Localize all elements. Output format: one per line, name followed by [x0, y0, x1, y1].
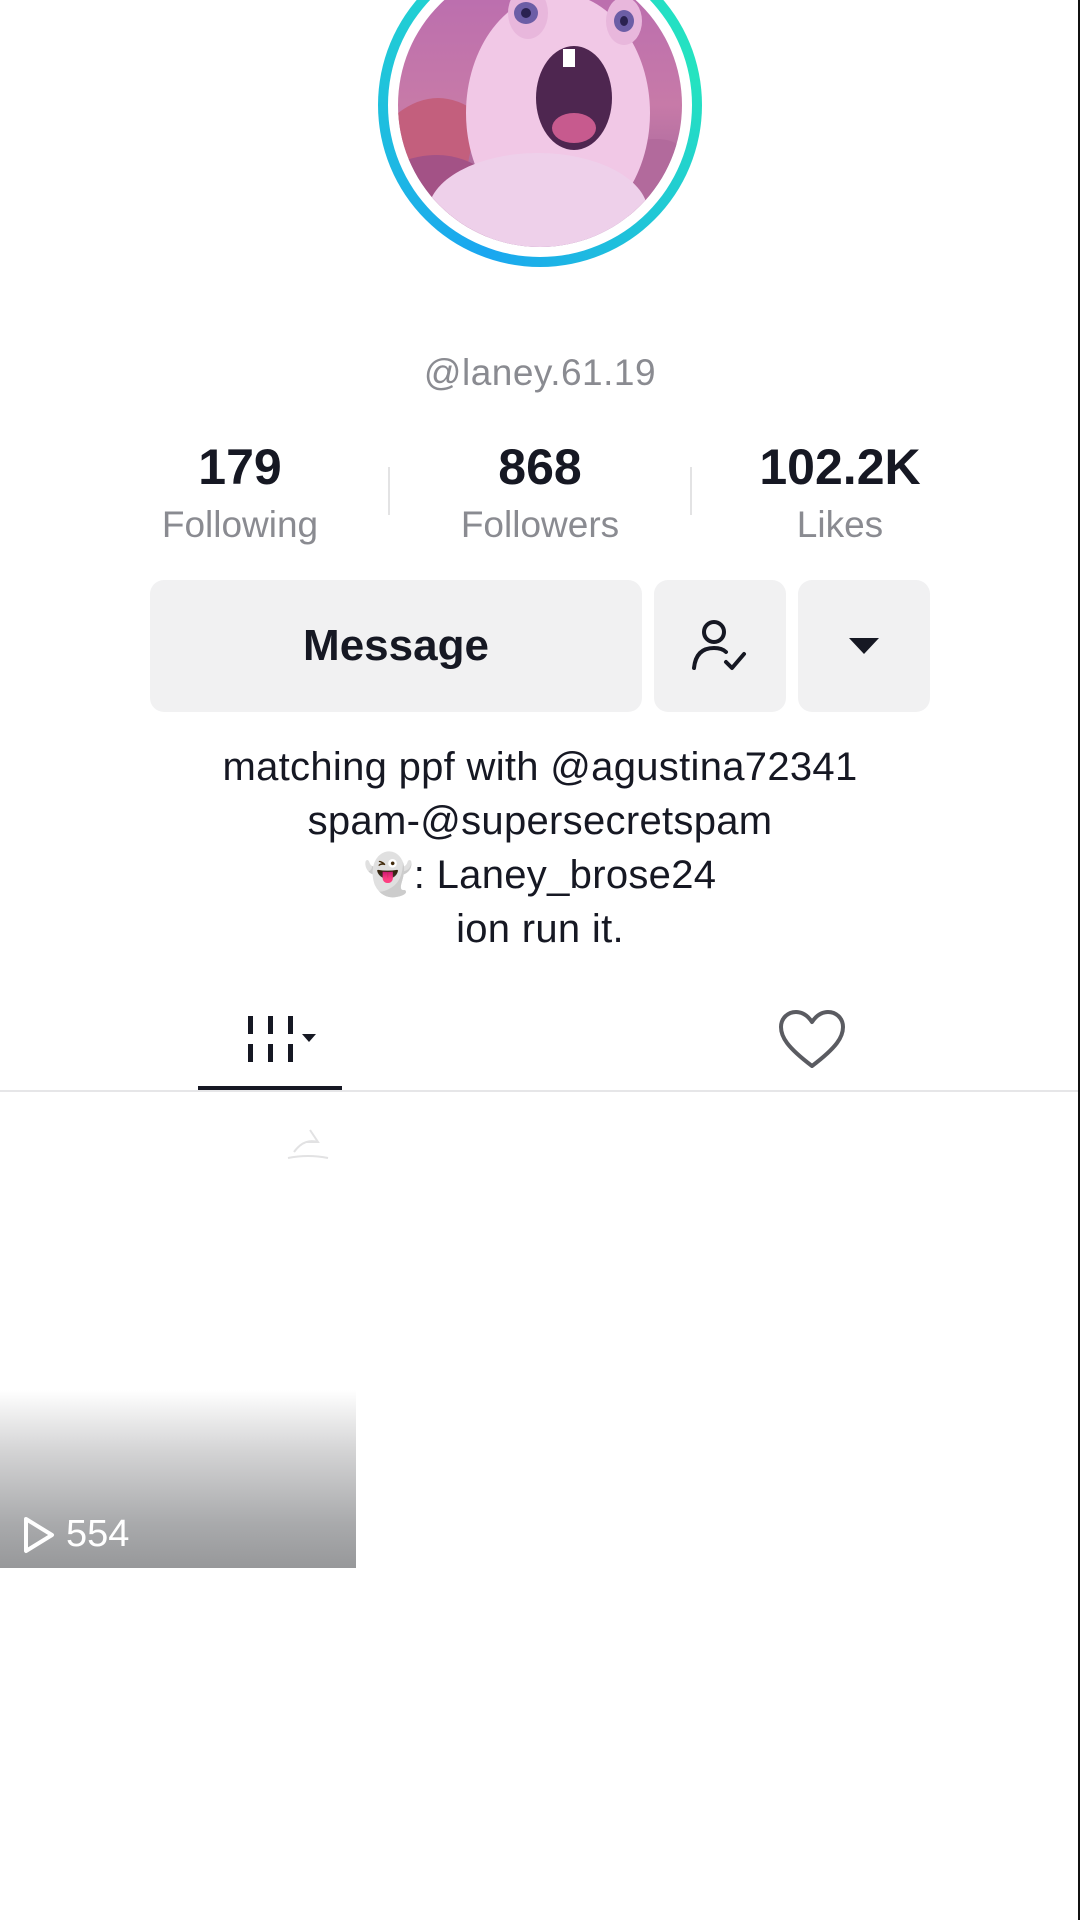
- avatar-story-ring[interactable]: [378, 0, 702, 267]
- following-label: Following: [161, 504, 319, 545]
- caret-down-icon: [849, 638, 879, 654]
- tab-liked[interactable]: [740, 990, 884, 1090]
- stat-likes[interactable]: 102.2K Likes: [690, 437, 990, 551]
- caret-down-icon: [302, 1034, 316, 1042]
- following-count: 179: [198, 439, 282, 495]
- stat-following[interactable]: 179 Following: [90, 437, 390, 551]
- username: @laney.61.19: [423, 352, 657, 393]
- grid-icon: [248, 1016, 316, 1062]
- user-check-icon: [692, 620, 746, 670]
- followers-label: Followers: [460, 504, 620, 545]
- view-count-value: 554: [66, 1513, 130, 1555]
- following-status-button[interactable]: [654, 580, 786, 712]
- play-icon: [24, 1516, 54, 1553]
- tab-divider: [0, 1090, 1078, 1092]
- bio-line: spam-@supersecretspam: [307, 799, 773, 843]
- heart-outline-icon: [779, 1010, 845, 1068]
- likes-count: 102.2K: [759, 439, 921, 495]
- bio-line: 👻: Laney_brose24: [363, 853, 717, 897]
- video-thumbnail[interactable]: 554: [0, 1390, 356, 1568]
- loading-placeholder-icon: [287, 1129, 329, 1159]
- tab-videos[interactable]: [198, 990, 342, 1090]
- message-button[interactable]: Message: [150, 580, 642, 712]
- bio-line: matching ppf with @agustina72341: [222, 745, 858, 789]
- stat-followers[interactable]: 868 Followers: [390, 437, 690, 551]
- profile-page: @laney.61.19 179 Following 868 Followers…: [0, 0, 1080, 1920]
- followers-count: 868: [498, 439, 582, 495]
- bio: matching ppf with @agustina72341 spam-@s…: [0, 740, 1080, 956]
- likes-label: Likes: [796, 504, 884, 545]
- bio-line: ion run it.: [456, 907, 624, 951]
- view-count: 554: [22, 1513, 129, 1556]
- more-options-button[interactable]: [798, 580, 930, 712]
